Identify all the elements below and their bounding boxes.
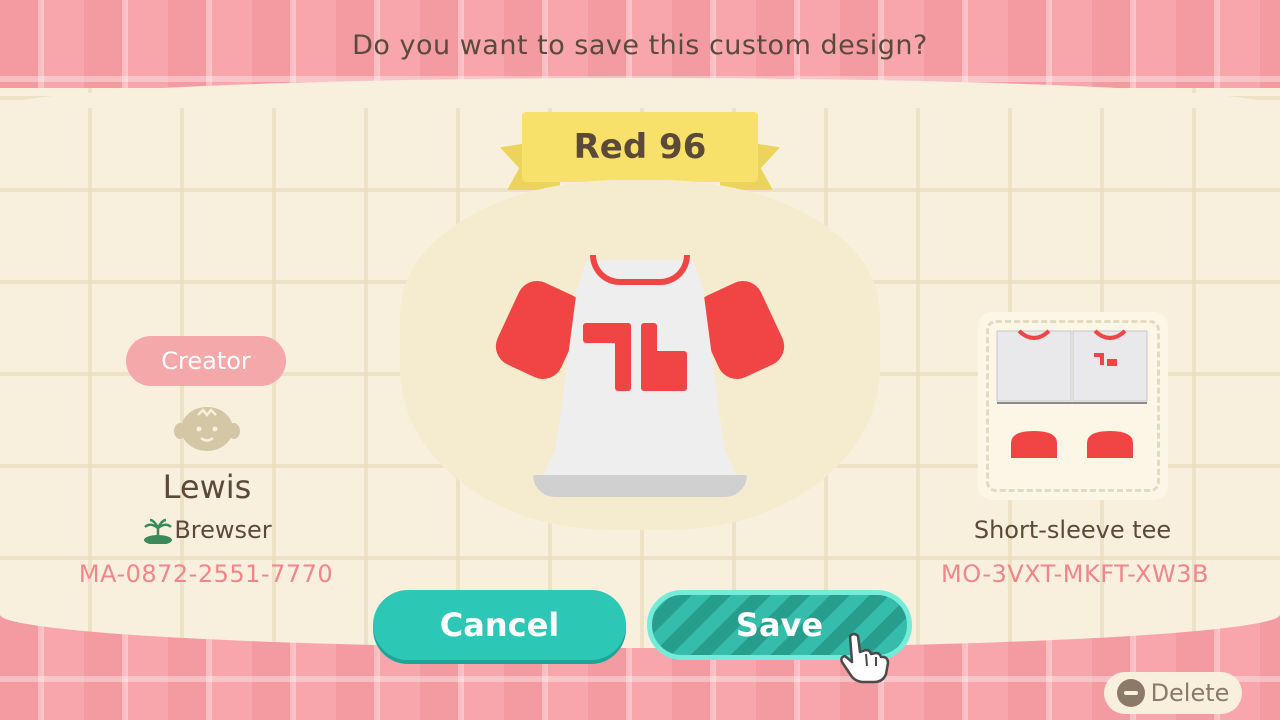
island-palm-icon [142,518,174,545]
cancel-button[interactable]: Cancel [373,590,626,660]
dialog-question: Do you want to save this custom design? [352,30,928,61]
creator-name: Lewis [162,468,252,506]
delete-button[interactable]: Delete [1104,672,1242,714]
villager-face-icon [174,403,240,453]
pattern-layout-preview [978,312,1168,500]
design-title: Red 96 [522,112,758,182]
island-name: Brewser [174,516,272,544]
pointing-hand-icon [838,632,892,684]
design-type: Short-sleeve tee [973,516,1172,544]
design-code: MO-3VXT-MKFT-XW3B [941,560,1209,588]
shirt-hem [533,475,747,497]
shirt-preview [489,255,791,500]
minus-circle-icon [1116,679,1145,707]
creator-badge: Creator [126,336,286,386]
creator-code: MA-0872-2551-7770 [78,560,334,588]
creator-island: Brewser [80,516,334,545]
delete-label: Delete [1150,679,1230,707]
shirt-collar [590,255,690,285]
shirt-logo-part [615,323,631,391]
shirt-logo-part [641,351,687,391]
pattern-layout-icon [996,329,1148,458]
